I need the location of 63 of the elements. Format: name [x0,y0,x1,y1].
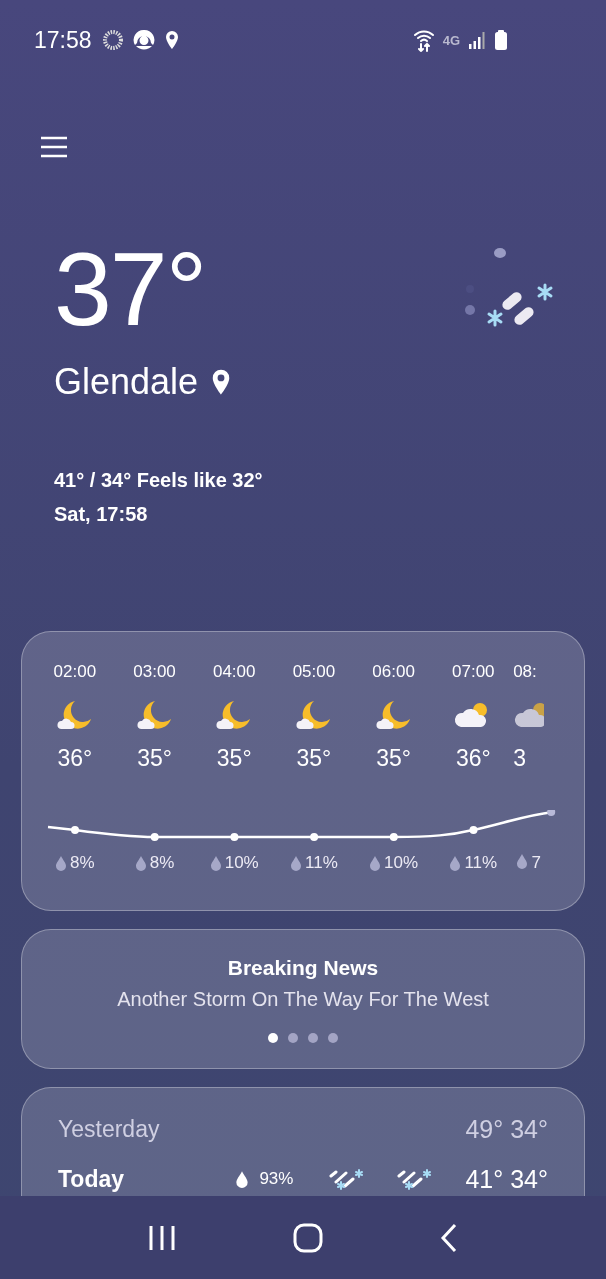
moon-cloud-icon [216,699,253,731]
sleet-icon [329,1168,366,1190]
raindrop-icon [369,855,382,871]
date-time: Sat, 17:58 [54,502,149,527]
temperature-summary: 41° / 34° Feels like 32° [54,468,264,493]
moon-cloud-icon [56,699,93,731]
day-temperatures: 49° 34° [465,1114,548,1144]
battery-icon [494,29,508,51]
home-button[interactable] [292,1221,324,1254]
moon-cloud-icon [136,699,173,731]
page-indicator-dot[interactable] [268,1033,278,1043]
location-pin-icon [163,30,180,50]
hour-temperature: 36° [455,745,491,772]
menu-icon[interactable] [40,135,68,159]
day-label: Today [58,1165,125,1193]
news-title: Breaking News [227,956,379,980]
precipitation-chance: 8% [149,853,175,873]
day-temperatures: 41° 34° [465,1164,548,1194]
precipitation-chance: 10% [384,853,419,873]
moon-cloud-icon [375,699,412,731]
status-time: 17:58 [34,26,92,54]
precipitation-chance: 11% [305,853,338,873]
day-label: Yesterday [58,1115,160,1143]
back-button[interactable] [438,1222,459,1253]
moon-cloud-icon [295,699,332,731]
hour-temperature: 36° [57,745,93,772]
raindrop-icon [449,855,462,871]
sleet-icon [397,1168,434,1190]
precipitation-chance: 93% [259,1169,294,1189]
page-indicator-dot[interactable] [308,1033,318,1043]
precipitation-chance: 7 [531,853,541,873]
hour-label: 07:00 [452,662,495,683]
page-indicator-dot[interactable] [328,1033,338,1043]
news-headline: Another Storm On The Way For The West [117,988,489,1011]
hour-label: 05:00 [292,662,336,683]
hour-label: 04:00 [212,662,256,683]
hour-temperature: 35° [216,745,252,772]
wifi-icon [412,28,435,52]
raindrop-icon [134,855,147,871]
hour-label: 06:00 [372,662,415,683]
spinner-icon [101,29,124,51]
raindrop-icon [55,855,68,871]
news-card[interactable]: Breaking News Another Storm On The Way For The West [21,929,585,1069]
hour-temperature: 3 [513,745,526,772]
signal-icon [468,30,486,50]
raindrop-icon [290,855,302,871]
precipitation-chance: 8% [70,853,95,873]
current-temperature: 37° [54,237,207,341]
network-type-label: 4G [442,32,460,48]
recent-apps-button[interactable] [147,1224,178,1251]
location-name: Glendale [54,361,199,403]
hour-label: 03:00 [133,662,176,683]
raindrop-icon [209,855,222,871]
raindrop-icon [516,853,529,869]
hour-label: 02:00 [53,662,97,683]
hour-temperature: 35° [137,745,172,772]
raindrop-icon [235,1170,250,1188]
precipitation-chance: 10% [224,853,259,873]
hour-temperature: 35° [376,745,411,772]
page-indicator-dot[interactable] [288,1033,298,1043]
hour-label: 08: [513,662,537,683]
precipitation-chance: 11% [464,853,498,873]
hour-temperature: 35° [296,745,332,772]
